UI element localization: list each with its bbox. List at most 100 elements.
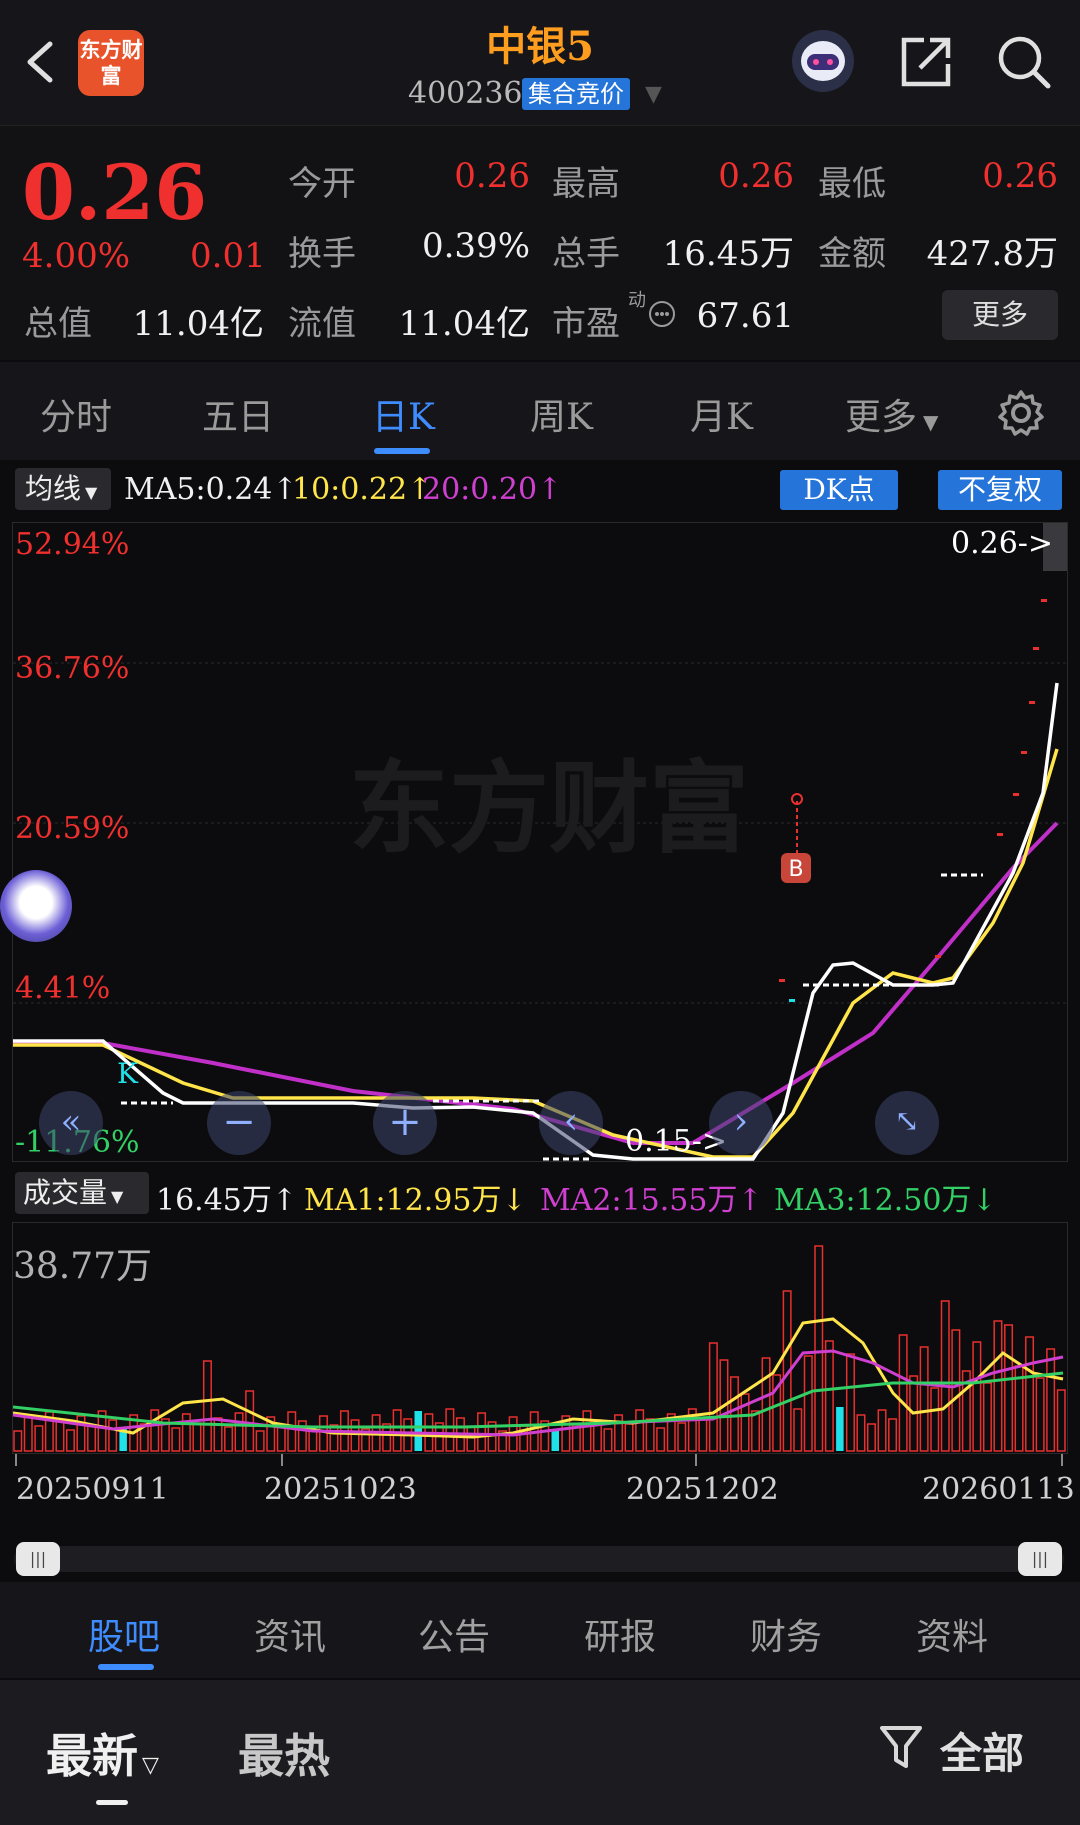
range-handle-right[interactable]: ||| bbox=[1018, 1542, 1062, 1576]
tab-five-day[interactable]: 五日 bbox=[202, 388, 274, 440]
change-amount: 0.01 bbox=[190, 236, 266, 276]
volume-chart bbox=[13, 1245, 1066, 1452]
volume-bar bbox=[751, 1410, 761, 1452]
filter-icon[interactable] bbox=[878, 1722, 924, 1772]
open-value: 0.26 bbox=[454, 156, 530, 196]
dropdown-arrow-icon[interactable]: ▼ bbox=[645, 82, 662, 107]
pe-label: 市盈 bbox=[552, 304, 620, 344]
volume-bar bbox=[318, 1415, 328, 1452]
volume-bar bbox=[287, 1411, 297, 1452]
back-arrow-icon[interactable] bbox=[18, 38, 66, 86]
tab-monthly-k[interactable]: 月K bbox=[690, 388, 753, 440]
volume-indicator-dropdown[interactable]: 成交量 ▼ bbox=[15, 1172, 149, 1214]
volume-bar bbox=[192, 1422, 202, 1452]
dk-point-button[interactable]: DK点 bbox=[780, 470, 898, 510]
sort-latest[interactable]: 最新 ▽ bbox=[46, 1720, 159, 1786]
volume-bar bbox=[414, 1411, 422, 1451]
volume-bar bbox=[898, 1334, 908, 1452]
volume-bar bbox=[13, 1430, 23, 1452]
volume-ma2: MA2:15.55万↑ bbox=[540, 1183, 763, 1218]
volume-bar bbox=[181, 1413, 191, 1452]
volume-panel[interactable]: 38.77万 bbox=[12, 1222, 1068, 1454]
search-icon[interactable] bbox=[994, 32, 1054, 92]
k-marker: K bbox=[117, 1057, 139, 1090]
ma20-readout: 20:0.20↑ bbox=[422, 472, 563, 507]
volume-bar bbox=[350, 1419, 360, 1452]
volume-bar bbox=[836, 1407, 844, 1451]
chart-tabs: 分时 五日 日K 周K 月K 更多 ▼ bbox=[0, 362, 1080, 460]
amount-value: 427.8万 bbox=[926, 234, 1058, 274]
tab-weekly-k[interactable]: 周K bbox=[530, 388, 593, 440]
range-handle-left[interactable]: ||| bbox=[16, 1542, 60, 1576]
tab-daily-k[interactable]: 日K bbox=[372, 388, 435, 440]
adjust-mode-button[interactable]: 不复权 bbox=[938, 470, 1062, 510]
volume-ma1: MA1:12.95万↓ bbox=[304, 1183, 527, 1218]
tab-announcements[interactable]: 公告 bbox=[418, 1608, 490, 1660]
current-price: 0.26 bbox=[22, 148, 208, 237]
more-button[interactable]: 更多 bbox=[942, 290, 1058, 340]
volume-bar bbox=[888, 1418, 898, 1452]
tab-profile[interactable]: 资料 bbox=[916, 1608, 988, 1660]
sort-hot[interactable]: 最热 bbox=[238, 1720, 330, 1786]
high-value: 0.26 bbox=[718, 156, 794, 196]
pe-dynamic-sup: 动 bbox=[628, 290, 646, 311]
volume-bar bbox=[551, 1430, 559, 1451]
volume-bar bbox=[202, 1360, 212, 1452]
volume-bar bbox=[171, 1427, 181, 1452]
tab-more[interactable]: 更多 ▼ bbox=[845, 388, 938, 440]
sort-indicator bbox=[96, 1800, 128, 1805]
volume-bar bbox=[224, 1426, 234, 1452]
more-dots-icon[interactable] bbox=[648, 300, 676, 328]
range-scrollbar[interactable] bbox=[14, 1546, 1064, 1572]
pct-label-2: 36.76% bbox=[15, 651, 130, 686]
pct-label-top: 52.94% bbox=[15, 527, 130, 562]
date-ticks bbox=[15, 1454, 1063, 1466]
tab-research[interactable]: 研报 bbox=[584, 1608, 656, 1660]
zoom-out-icon[interactable]: − bbox=[207, 1091, 271, 1155]
tab-news[interactable]: 资讯 bbox=[254, 1608, 326, 1660]
volume-bar bbox=[930, 1387, 940, 1452]
volume-bar bbox=[276, 1425, 286, 1452]
fullscreen-icon[interactable]: ⤡ bbox=[875, 1091, 939, 1155]
kline-panel[interactable]: 东方财富 B K 0.26-> 0.15-> 52.94% 36.76% 20.… bbox=[12, 522, 1068, 1162]
ma-dropdown[interactable]: 均线 ▼ bbox=[15, 468, 111, 510]
watermark: 东方财富 bbox=[349, 753, 749, 865]
zoom-in-icon[interactable]: + bbox=[373, 1091, 437, 1155]
date-label-3: 20251202 bbox=[626, 1472, 779, 1507]
share-icon[interactable] bbox=[896, 32, 956, 92]
volume-bar bbox=[856, 1414, 866, 1452]
volume-bar bbox=[1035, 1377, 1045, 1452]
volume-bar bbox=[603, 1428, 613, 1452]
tab-timeshare[interactable]: 分时 bbox=[40, 388, 112, 440]
volume-bar bbox=[814, 1245, 824, 1452]
gear-icon[interactable] bbox=[996, 388, 1046, 438]
volume-bar bbox=[23, 1416, 33, 1452]
volume-bar bbox=[582, 1410, 592, 1452]
date-label-4: 20260113 bbox=[922, 1472, 1075, 1507]
robot-assistant-icon[interactable] bbox=[790, 28, 856, 94]
float-label: 流值 bbox=[288, 304, 356, 344]
volume-bar bbox=[392, 1409, 402, 1452]
tab-finance[interactable]: 财务 bbox=[750, 1608, 822, 1660]
turnover-label: 换手 bbox=[288, 234, 356, 274]
tab-forum[interactable]: 股吧 bbox=[88, 1608, 160, 1660]
scroll-left-icon[interactable]: « bbox=[39, 1091, 103, 1155]
step-left-icon[interactable]: ‹ bbox=[539, 1091, 603, 1155]
low-value: 0.26 bbox=[982, 156, 1058, 196]
volume-bar bbox=[708, 1342, 718, 1452]
volume-bar bbox=[972, 1341, 982, 1452]
floating-assistant-icon[interactable] bbox=[0, 870, 72, 942]
volume-bar bbox=[245, 1390, 255, 1452]
volume-bar bbox=[477, 1412, 487, 1452]
filter-label[interactable]: 全部 bbox=[940, 1720, 1024, 1781]
volume-bar bbox=[234, 1412, 244, 1452]
stock-name: 中银5 bbox=[486, 23, 594, 70]
volume-bar bbox=[677, 1422, 687, 1452]
float-value: 11.04亿 bbox=[398, 304, 530, 344]
volume-bar bbox=[656, 1427, 666, 1452]
stock-code: 400236 bbox=[408, 76, 523, 111]
change-percent: 4.00% bbox=[22, 236, 131, 276]
step-right-icon[interactable]: › bbox=[709, 1091, 773, 1155]
low-label: 最低 bbox=[818, 164, 886, 204]
volume-bar bbox=[729, 1376, 739, 1452]
